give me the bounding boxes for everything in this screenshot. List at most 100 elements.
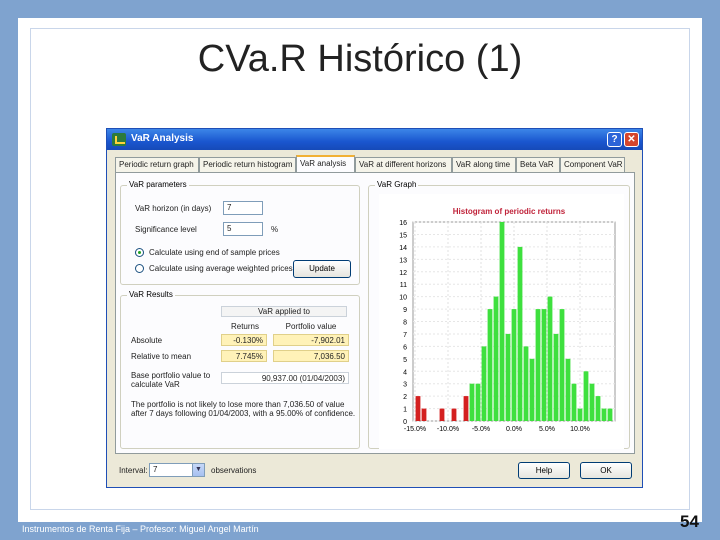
histogram-bar <box>493 296 499 421</box>
y-tick-label: 10 <box>399 295 407 302</box>
histogram-bar <box>535 309 541 421</box>
histogram-bar <box>529 358 535 421</box>
histogram-bar <box>475 383 481 421</box>
y-tick-label: 5 <box>403 357 407 364</box>
tab-periodic-return-histogram[interactable]: Periodic return histogram <box>199 157 296 172</box>
var-applied-to-header: VaR applied to <box>221 306 347 317</box>
absolute-portfolio-value: -7,902.01 <box>273 334 349 346</box>
histogram-bar <box>607 408 613 421</box>
x-tick-label: 0.0% <box>506 426 522 433</box>
var-parameters-group: VaR parameters VaR horizon (in days) 7 S… <box>120 180 360 285</box>
tab-var-different-horizons[interactable]: VaR at different horizons <box>355 157 452 172</box>
radio-average-weighted[interactable] <box>135 264 144 273</box>
histogram-bar-tail <box>451 408 457 421</box>
chart-title: Histogram of periodic returns <box>453 207 566 216</box>
histogram-bar <box>511 309 517 421</box>
y-tick-label: 11 <box>400 282 407 289</box>
y-tick-label: 15 <box>399 232 407 239</box>
relative-returns-value: 7.745% <box>221 350 267 362</box>
histogram-bar <box>505 333 511 421</box>
histogram-bar <box>595 396 601 421</box>
tab-var-along-time[interactable]: VaR along time <box>452 157 516 172</box>
radio-end-of-sample[interactable] <box>135 248 144 257</box>
significance-label: Significance level <box>135 225 197 234</box>
var-analysis-window: VaR Analysis ? ✕ Periodic return graph P… <box>106 128 643 488</box>
histogram-bar-tail <box>421 408 427 421</box>
histogram-bar <box>571 383 577 421</box>
histogram-bar <box>577 408 583 421</box>
interval-select[interactable]: 7 ▼ <box>149 463 205 477</box>
horizon-input[interactable]: 7 <box>223 201 263 215</box>
app-chart-icon <box>112 133 126 146</box>
help-button[interactable]: Help <box>518 462 570 479</box>
histogram-chart: Histogram of periodic returns 1615141312… <box>379 194 624 449</box>
x-tick-label: -10.0% <box>437 426 459 433</box>
horizon-label: VaR horizon (in days) <box>135 204 212 213</box>
y-tick-label: 9 <box>403 307 407 314</box>
histogram-bar <box>499 222 505 421</box>
y-tick-label: 3 <box>403 382 407 389</box>
histogram-bar <box>487 309 493 421</box>
returns-col-header: Returns <box>230 322 259 331</box>
x-tick-label: 10.0% <box>570 426 590 433</box>
significance-input[interactable]: 5 <box>223 222 263 236</box>
tab-var-analysis[interactable]: VaR analysis <box>296 155 355 173</box>
absolute-returns-value: -0.130% <box>221 334 267 346</box>
x-tick-label: -5.0% <box>472 426 490 433</box>
histogram-bar <box>601 408 607 421</box>
histogram-bar <box>559 309 565 421</box>
var-results-group: VaR Results VaR applied to Returns Portf… <box>120 290 360 449</box>
histogram-bar <box>541 309 547 421</box>
percent-label: % <box>271 225 279 234</box>
histogram-bar <box>481 346 487 421</box>
histogram-bar <box>565 358 571 421</box>
histogram-bar <box>547 296 553 421</box>
relative-row-label: Relative to mean <box>131 352 192 361</box>
var-parameters-title: VaR parameters <box>127 180 189 189</box>
tab-periodic-return-graph[interactable]: Periodic return graph <box>115 157 199 172</box>
y-tick-label: 16 <box>399 220 407 227</box>
interval-label: Interval: <box>119 466 148 475</box>
tab-bar: Periodic return graph Periodic return hi… <box>115 155 635 173</box>
histogram-bar-tail <box>463 396 469 421</box>
y-tick-label: 8 <box>403 320 407 327</box>
x-tick-label: -15.0% <box>404 426 426 433</box>
absolute-row-label: Absolute <box>131 336 163 345</box>
y-tick-label: 13 <box>399 257 407 264</box>
observations-label: observations <box>211 466 257 475</box>
slide-footer: Instrumentos de Renta Fija – Profesor: M… <box>22 524 259 534</box>
bottom-bar: Interval: 7 ▼ observations Help OK <box>115 462 635 482</box>
histogram-bar-tail <box>439 408 445 421</box>
interval-select-value: 7 <box>153 465 158 474</box>
var-interpretation-note: The portfolio is not likely to lose more… <box>131 400 356 418</box>
chevron-down-icon[interactable]: ▼ <box>192 464 204 476</box>
histogram-bar <box>553 333 559 421</box>
y-tick-label: 4 <box>403 369 407 376</box>
x-tick-label: 5.0% <box>539 426 555 433</box>
histogram-bar-tail <box>415 396 421 421</box>
close-icon[interactable]: ✕ <box>624 132 639 147</box>
y-tick-label: 12 <box>399 270 407 277</box>
var-results-title: VaR Results <box>127 290 175 299</box>
tab-beta-var[interactable]: Beta VaR <box>516 157 560 172</box>
update-button[interactable]: Update <box>293 260 351 278</box>
y-tick-label: 1 <box>403 407 407 414</box>
window-title: VaR Analysis <box>131 133 194 144</box>
histogram-bar <box>523 346 529 421</box>
portfolio-col-header: Portfolio value <box>285 322 337 331</box>
histogram-bar <box>517 246 523 421</box>
histogram-bar <box>589 383 595 421</box>
window-titlebar[interactable]: VaR Analysis ? ✕ <box>107 129 642 150</box>
y-tick-label: 6 <box>403 344 407 351</box>
y-tick-label: 7 <box>403 332 407 339</box>
ok-button[interactable]: OK <box>580 462 632 479</box>
y-tick-label: 2 <box>403 394 407 401</box>
tab-component-var[interactable]: Component VaR <box>560 157 625 172</box>
base-portfolio-value: 90,937.00 (01/04/2003) <box>221 372 349 384</box>
histogram-bar <box>469 383 475 421</box>
radio-end-of-sample-label: Calculate using end of sample prices <box>149 248 280 257</box>
slide-title: CVa.R Histórico (1) <box>197 38 523 80</box>
base-portfolio-label: Base portfolio value to calculate VaR <box>131 371 211 389</box>
y-tick-label: 0 <box>403 419 407 426</box>
help-icon[interactable]: ? <box>607 132 622 147</box>
